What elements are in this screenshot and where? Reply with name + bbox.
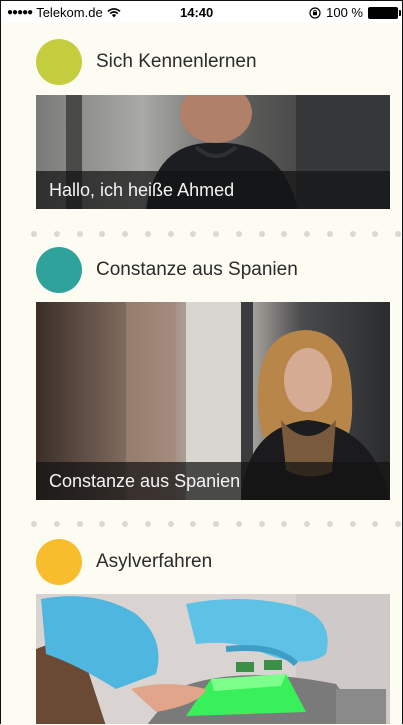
section-title: Constanze aus Spanien: [96, 259, 298, 280]
story-card-asylverfahren[interactable]: [36, 594, 390, 724]
section-header-asylverfahren[interactable]: Asylverfahren: [36, 539, 212, 585]
status-left: ●●●●● Telekom.de: [7, 5, 121, 20]
app-screen: ●●●●● Telekom.de 14:40 100 % Sich Kennen…: [0, 0, 403, 724]
status-bar: ●●●●● Telekom.de 14:40 100 %: [1, 1, 402, 23]
section-header-constanze[interactable]: Constanze aus Spanien: [36, 247, 298, 293]
battery-icon: [368, 6, 401, 19]
carrier-name: Telekom.de: [36, 5, 103, 20]
battery-percent: 100 %: [326, 5, 363, 20]
status-time: 14:40: [180, 5, 214, 20]
rotation-lock-icon: [309, 6, 321, 19]
dotted-separator: [31, 231, 401, 237]
story-card-ahmed[interactable]: Hallo, ich heiße Ahmed: [36, 95, 390, 209]
dotted-separator: [31, 521, 401, 527]
wifi-icon: [107, 7, 121, 17]
photo-fingerprint-scan: [36, 594, 390, 724]
status-right: 100 %: [309, 5, 401, 20]
section-header-kennenlernen[interactable]: Sich Kennenlernen: [36, 39, 257, 85]
section-color-dot: [36, 539, 82, 585]
section-color-dot: [36, 39, 82, 85]
section-title: Asylverfahren: [96, 551, 213, 572]
section-color-dot: [36, 247, 82, 293]
signal-strength-icon: ●●●●●: [7, 7, 33, 18]
card-caption: Constanze aus Spanien: [36, 462, 390, 500]
card-caption: Hallo, ich heiße Ahmed: [36, 171, 390, 209]
section-title: Sich Kennenlernen: [96, 51, 257, 72]
story-card-constanze[interactable]: Constanze aus Spanien: [36, 302, 390, 500]
